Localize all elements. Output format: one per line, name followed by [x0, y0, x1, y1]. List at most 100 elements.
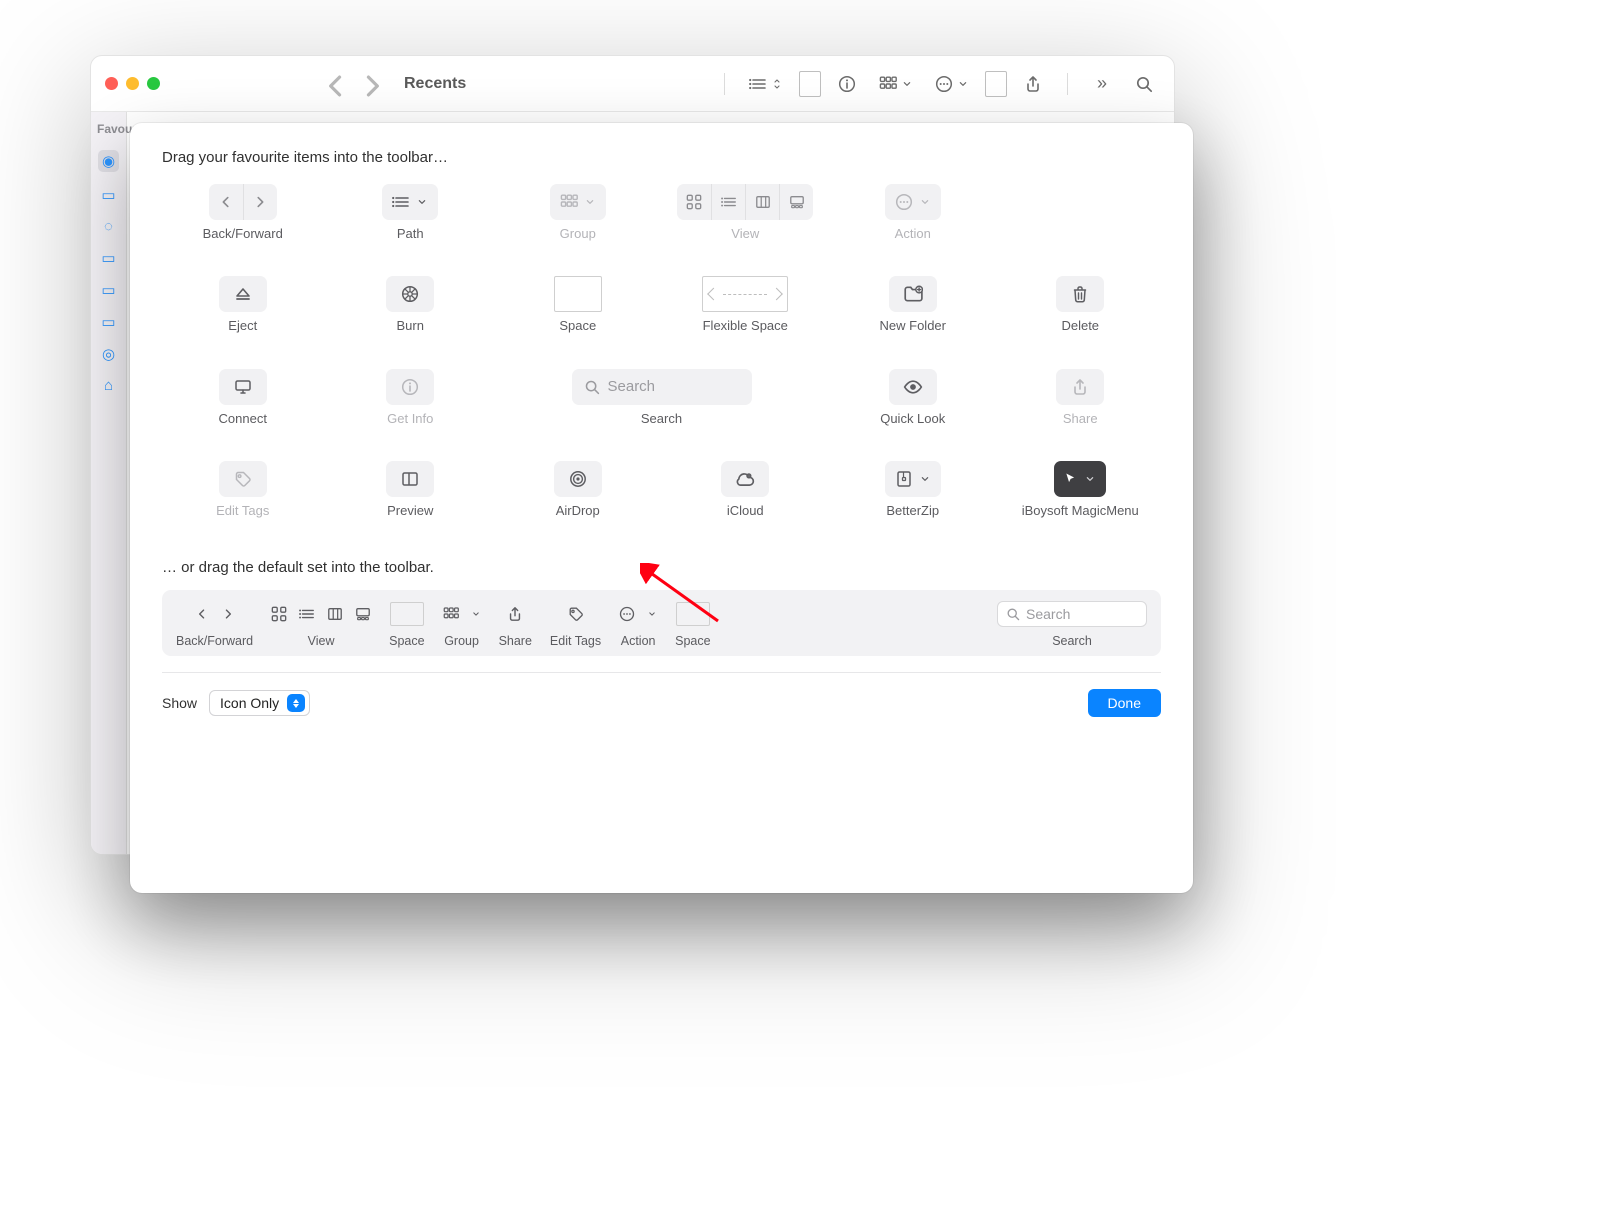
item-label: Action — [895, 226, 931, 242]
toolbar-item-back-forward[interactable]: Back/Forward — [168, 184, 318, 242]
close-window-button[interactable] — [105, 77, 118, 90]
sidebar-item-4[interactable]: ▭ — [101, 281, 115, 299]
default-space-2: Space — [675, 600, 710, 648]
display-icon — [219, 369, 267, 405]
space-icon — [554, 276, 602, 312]
toolbar-item-delete[interactable]: Delete — [1005, 276, 1155, 334]
sidebar-item-recents[interactable]: ◉ — [98, 150, 119, 172]
toolbar-item-path[interactable]: Path — [335, 184, 485, 242]
item-label: Path — [397, 226, 424, 242]
default-label: Back/Forward — [176, 634, 253, 648]
sidebar-item-5[interactable]: ▭ — [101, 313, 115, 331]
chevron-down-icon — [471, 609, 481, 619]
toolbar-item-get-info[interactable]: Get Info — [335, 369, 485, 427]
new-folder-icon — [889, 276, 937, 312]
sidebar-item-7[interactable]: ⌂ — [104, 377, 113, 394]
eject-icon — [219, 276, 267, 312]
item-label: Search — [641, 411, 682, 427]
toolbar-space-2 — [985, 71, 1007, 97]
burn-icon — [386, 276, 434, 312]
toolbar-item-preview[interactable]: Preview — [335, 461, 485, 519]
chevron-right-icon — [243, 184, 277, 220]
sidebar-item-6[interactable]: ◎ — [102, 345, 115, 363]
item-label: Back/Forward — [203, 226, 283, 242]
default-toolbar-set[interactable]: Back/Forward View Space Group — [162, 590, 1161, 656]
finder-toolbar: Recents » — [91, 56, 1174, 112]
path-icon — [382, 184, 438, 220]
view-columns-icon — [327, 606, 343, 622]
default-label: Edit Tags — [550, 634, 601, 648]
group-icon — [550, 184, 606, 220]
default-edit-tags: Edit Tags — [550, 600, 601, 648]
space-icon — [676, 602, 710, 626]
toolbar-item-icloud[interactable]: iCloud — [670, 461, 820, 519]
toolbar-item-iboysoft[interactable]: iBoysoft MagicMenu — [1005, 461, 1155, 519]
view-list-icon — [299, 606, 315, 622]
back-button[interactable] — [320, 70, 352, 98]
toolbar-item-group[interactable]: Group — [503, 184, 653, 242]
overflow-button[interactable]: » — [1086, 70, 1118, 98]
toolbar-item-new-folder[interactable]: New Folder — [838, 276, 988, 334]
tag-icon — [219, 461, 267, 497]
view-grid-icon — [271, 606, 287, 622]
sidebar-item-3[interactable]: ▭ — [101, 249, 115, 267]
item-label: Get Info — [387, 411, 433, 427]
updown-icon — [287, 694, 305, 712]
archive-icon — [885, 461, 941, 497]
toolbar-item-airdrop[interactable]: AirDrop — [503, 461, 653, 519]
done-button[interactable]: Done — [1088, 689, 1161, 717]
share-icon — [1056, 369, 1104, 405]
toolbar-item-space[interactable]: Space — [503, 276, 653, 334]
toolbar-item-action[interactable]: Action — [838, 184, 988, 242]
toolbar-item-share[interactable]: Share — [1005, 369, 1155, 427]
forward-button[interactable] — [356, 70, 388, 98]
customize-toolbar-sheet: Drag your favourite items into the toolb… — [130, 123, 1193, 893]
toolbar-item-flexible-space[interactable]: Flexible Space — [670, 276, 820, 334]
default-label: Space — [389, 634, 424, 648]
toolbar-space — [799, 71, 821, 97]
default-group: Group — [443, 600, 481, 648]
airdrop-icon — [554, 461, 602, 497]
chevron-down-icon — [647, 609, 657, 619]
window-title: Recents — [404, 75, 466, 93]
search-button[interactable] — [1128, 70, 1160, 98]
minimize-window-button[interactable] — [126, 77, 139, 90]
toolbar-item-connect[interactable]: Connect — [168, 369, 318, 427]
toolbar-item-edit-tags[interactable]: Edit Tags — [168, 461, 318, 519]
eye-icon — [889, 369, 937, 405]
toolbar-item-burn[interactable]: Burn — [335, 276, 485, 334]
sheet-prompt: Drag your favourite items into the toolb… — [162, 149, 1161, 166]
default-label: Search — [1052, 634, 1092, 648]
window-traffic-lights[interactable] — [105, 77, 160, 90]
default-view: View — [271, 600, 371, 648]
toolbar-item-view[interactable]: View — [670, 184, 820, 242]
zoom-window-button[interactable] — [147, 77, 160, 90]
default-search: Search Search — [997, 600, 1147, 648]
info-icon — [386, 369, 434, 405]
item-label: iBoysoft MagicMenu — [1022, 503, 1139, 519]
default-label: Share — [499, 634, 532, 648]
chevron-right-icon — [221, 607, 235, 621]
action-button[interactable] — [929, 70, 975, 98]
show-mode-select[interactable]: Icon Only — [209, 690, 310, 716]
item-label: Connect — [219, 411, 267, 427]
sidebar-item-2[interactable]: ◌ — [104, 218, 113, 235]
share-button[interactable] — [1017, 70, 1049, 98]
space-icon — [390, 602, 424, 626]
toolbar-item-eject[interactable]: Eject — [168, 276, 318, 334]
group-button[interactable] — [873, 70, 919, 98]
tag-icon — [568, 606, 584, 622]
search-field: Search — [572, 369, 752, 405]
default-label: Action — [621, 634, 656, 648]
sidebar-item-1[interactable]: ▭ — [101, 186, 115, 204]
group-icon — [443, 606, 459, 622]
icloud-icon — [721, 461, 769, 497]
toolbar-item-search[interactable]: Search Search — [587, 369, 737, 427]
search-icon — [584, 379, 600, 395]
toolbar-item-quick-look[interactable]: Quick Look — [838, 369, 988, 427]
view-list-icon — [711, 184, 745, 220]
get-info-button[interactable] — [831, 70, 863, 98]
view-list-toggle[interactable] — [743, 70, 789, 98]
item-label: Delete — [1061, 318, 1099, 334]
toolbar-item-betterzip[interactable]: BetterZip — [838, 461, 988, 519]
